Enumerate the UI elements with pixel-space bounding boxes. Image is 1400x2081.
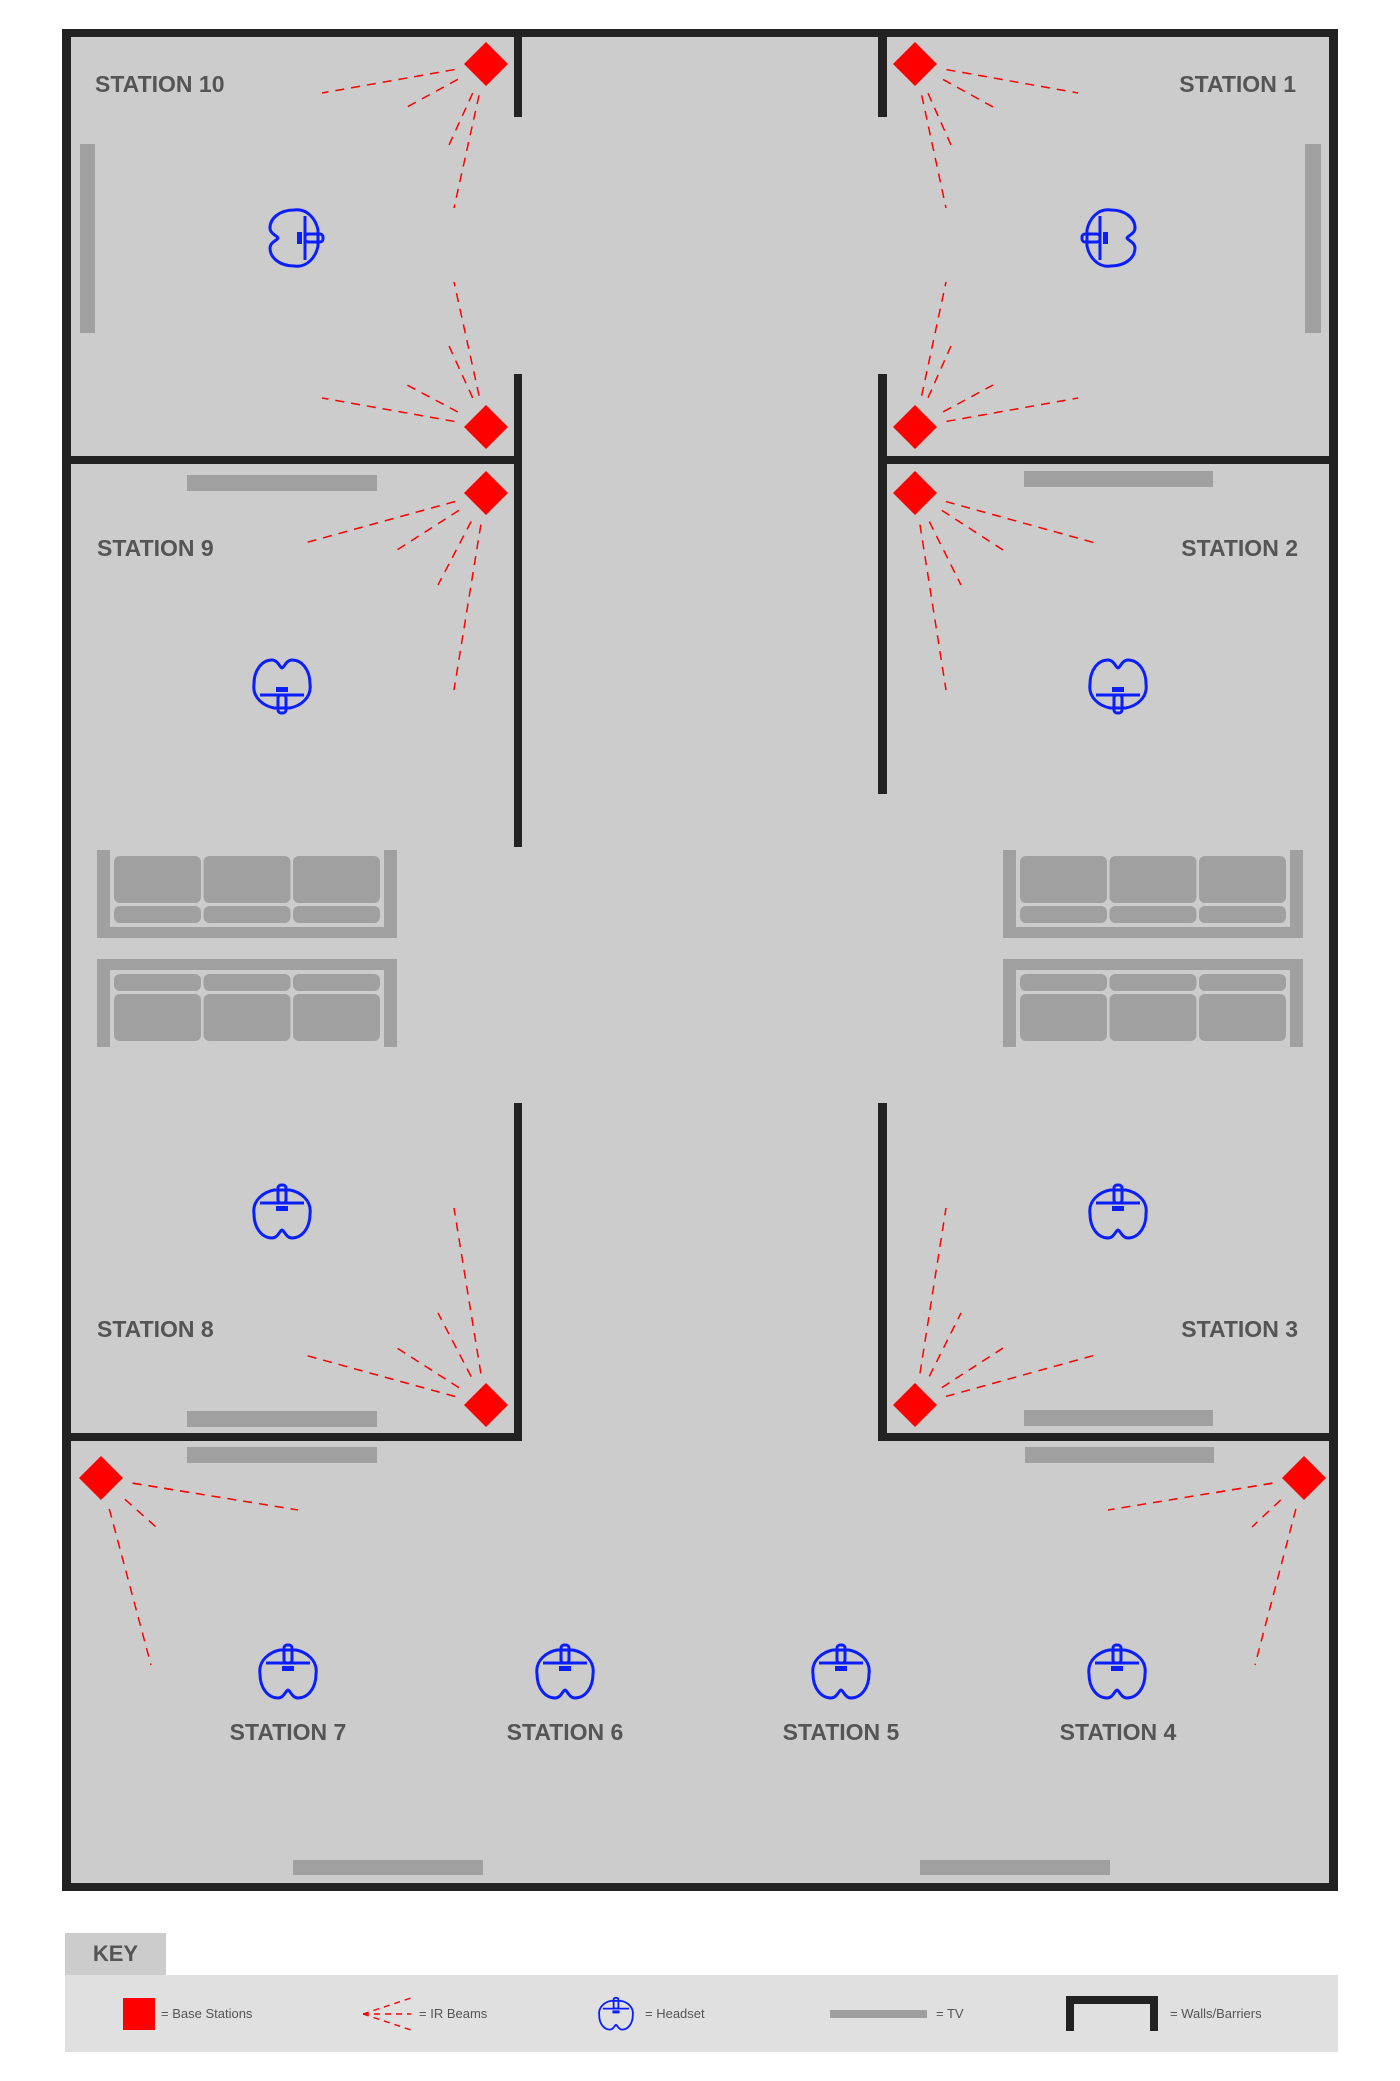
station-label: STATION 5 xyxy=(783,1719,900,1745)
station-label: STATION 8 xyxy=(97,1316,214,1342)
sofa-base xyxy=(1003,927,1303,938)
station-label: STATION 7 xyxy=(230,1719,347,1745)
wall xyxy=(514,1103,522,1441)
key-label-tv: = TV xyxy=(936,2006,964,2021)
headset-icon xyxy=(598,1996,634,2030)
tv xyxy=(1305,144,1321,333)
tv xyxy=(1024,1410,1213,1426)
wall xyxy=(62,29,71,1891)
key-legend: = Base Stations = IR Beams = Headset = T… xyxy=(65,1975,1338,2052)
sofa-seat-cushion xyxy=(1020,856,1107,903)
sofa-arm xyxy=(1290,850,1303,938)
key-title: KEY xyxy=(65,1933,166,1975)
sofa-arm xyxy=(97,850,110,938)
sofa-base xyxy=(97,959,397,970)
sofa-arm xyxy=(384,959,397,1047)
station-label: STATION 2 xyxy=(1181,535,1298,561)
sofa-back-cushion xyxy=(203,974,291,991)
sofa-seat-cushion xyxy=(114,994,201,1041)
sofa-back-cushion xyxy=(203,906,291,923)
tv-icon xyxy=(830,2009,927,2018)
wall xyxy=(62,29,522,37)
key-item-walls: = Walls/Barriers xyxy=(1066,1975,1262,2052)
tv xyxy=(187,1411,377,1427)
station-label: STATION 1 xyxy=(1179,71,1296,97)
sofa-seat-cushion xyxy=(293,994,380,1041)
station-label: STATION 3 xyxy=(1181,1316,1298,1342)
sofa-back-cushion xyxy=(293,906,380,923)
wall xyxy=(62,1433,522,1441)
sofa-seat-cushion xyxy=(1109,856,1197,903)
floor-plan: STATION 1 STATION 2 STATION 3 STATION 4 STAT… xyxy=(62,29,1338,1891)
sofa-seat-cushion xyxy=(1199,856,1286,903)
key-item-ir-beams: = IR Beams xyxy=(361,1975,487,2052)
station-label: STATION 4 xyxy=(1060,1719,1177,1745)
key-label-headset: = Headset xyxy=(645,2006,705,2021)
sofa-back-cushion xyxy=(1020,974,1107,991)
key-item-tv: = TV xyxy=(830,1975,964,2052)
station-label: STATION 6 xyxy=(507,1719,624,1745)
key-label-walls: = Walls/Barriers xyxy=(1170,2006,1262,2021)
sofa-back-cushion xyxy=(1109,906,1197,923)
sofa-arm xyxy=(1003,850,1016,938)
sofa-back-cushion xyxy=(293,974,380,991)
sofa-seat-cushion xyxy=(203,856,291,903)
wall xyxy=(514,374,522,847)
ir-beams-icon xyxy=(362,1996,412,2031)
wall xyxy=(878,29,1338,37)
station-label: STATION 9 xyxy=(97,535,214,561)
sofa-seat-cushion xyxy=(293,856,380,903)
wall xyxy=(1329,29,1338,1891)
sofa-back-cushion xyxy=(1199,906,1286,923)
sofa-arm xyxy=(1003,959,1016,1047)
sofa-back-cushion xyxy=(1020,906,1107,923)
sofa-arm xyxy=(1290,959,1303,1047)
sofa-back-cushion xyxy=(114,906,201,923)
tv xyxy=(920,1860,1110,1875)
wall xyxy=(62,1883,1338,1891)
wall xyxy=(878,1103,887,1441)
key-label-base-stations: = Base Stations xyxy=(161,2006,253,2021)
tv xyxy=(293,1860,483,1875)
sofa-seat-cushion xyxy=(203,994,291,1041)
wall xyxy=(878,456,1338,464)
sofa-seat-cushion xyxy=(1020,994,1107,1041)
key-item-base-stations: = Base Stations xyxy=(123,1975,252,2052)
wall xyxy=(878,1433,1338,1441)
wall xyxy=(878,29,887,117)
sofa-arm xyxy=(97,959,110,1047)
sofa-seat-cushion xyxy=(1199,994,1286,1041)
tv xyxy=(1025,1447,1214,1463)
sofa-seat-cushion xyxy=(1109,994,1197,1041)
walls-icon xyxy=(1066,1996,1158,2031)
station-label: STATION 10 xyxy=(95,71,225,97)
sofa-base xyxy=(97,927,397,938)
tv xyxy=(1024,471,1213,487)
base-station-icon xyxy=(123,1997,155,2030)
wall xyxy=(514,29,522,117)
tv xyxy=(187,1447,377,1463)
sofa-back-cushion xyxy=(1109,974,1197,991)
tv xyxy=(80,144,95,333)
sofa-seat-cushion xyxy=(114,856,201,903)
sofa-base xyxy=(1003,959,1303,970)
wall xyxy=(878,374,887,794)
sofa-arm xyxy=(384,850,397,938)
sofa-back-cushion xyxy=(1199,974,1286,991)
sofa-back-cushion xyxy=(114,974,201,991)
wall xyxy=(62,456,522,464)
tv xyxy=(187,475,377,491)
key-label-ir-beams: = IR Beams xyxy=(419,2006,488,2021)
key-item-headset: = Headset xyxy=(593,1975,705,2052)
